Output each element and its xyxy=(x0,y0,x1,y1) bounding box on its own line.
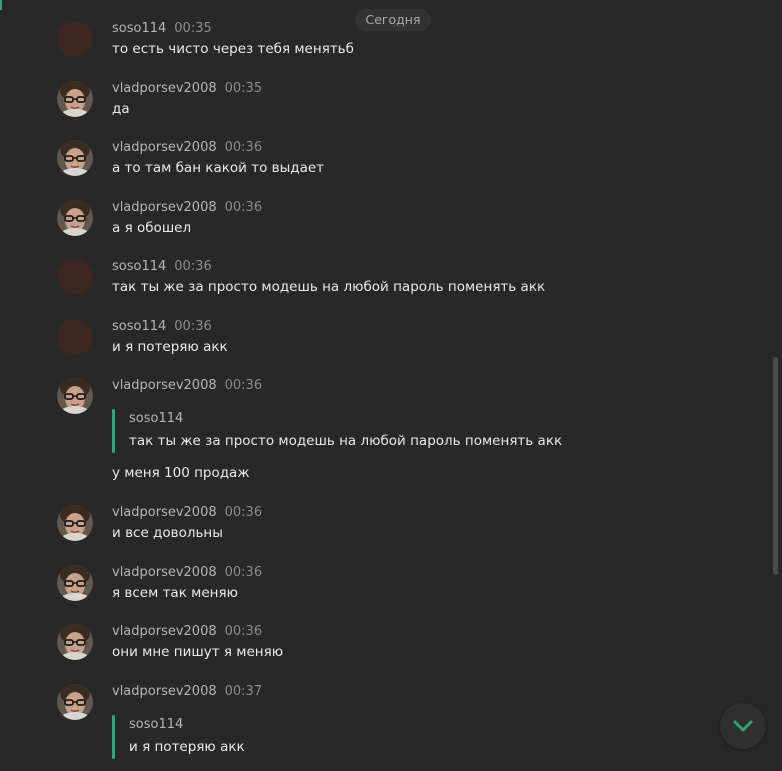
reply-author: soso114 xyxy=(129,717,184,732)
message[interactable]: soso114 00:36 и я потеряю акк xyxy=(0,319,760,359)
message-meta: soso114 00:36 xyxy=(112,259,212,275)
message-time: 00:36 xyxy=(224,624,263,639)
message-time: 00:36 xyxy=(224,565,263,580)
message[interactable]: vladporsev2008 00:36 а я обошел xyxy=(0,200,760,240)
message-time: 00:37 xyxy=(224,684,263,699)
reply-author: soso114 xyxy=(129,411,184,426)
message-time: 00:35 xyxy=(174,21,212,36)
chat-history: Сегодня soso114 00:35 то есть чисто через… xyxy=(0,0,782,771)
message-meta: vladporsev2008 00:36 xyxy=(112,565,262,581)
message-author[interactable]: vladporsev2008 xyxy=(112,565,217,580)
avatar[interactable] xyxy=(57,259,93,295)
message-meta: vladporsev2008 00:37 xyxy=(112,684,262,700)
message-text: а то там бан какой то выдает xyxy=(112,160,325,176)
message-text: у меня 100 продаж xyxy=(112,465,250,481)
scroll-to-bottom-button[interactable] xyxy=(720,703,766,749)
message-author[interactable]: vladporsev2008 xyxy=(112,624,217,639)
message-text: и все довольны xyxy=(112,525,223,541)
message-author[interactable]: soso114 xyxy=(112,21,166,36)
avatar[interactable] xyxy=(57,624,93,660)
message-time: 00:36 xyxy=(224,140,263,155)
reply-text: так ты же за просто модешь на любой паро… xyxy=(129,433,563,449)
message[interactable]: vladporsev2008 00:36 я всем так меняю xyxy=(0,565,760,605)
message-meta: vladporsev2008 00:36 xyxy=(112,200,262,216)
message[interactable]: vladporsev2008 00:36 они мне пишут я меня… xyxy=(0,624,760,664)
avatar[interactable] xyxy=(57,684,93,720)
message-text: они мне пишут я меняю xyxy=(112,644,284,660)
message-meta: vladporsev2008 00:35 xyxy=(112,81,262,97)
message-meta: vladporsev2008 00:36 xyxy=(112,505,262,521)
edge-accent xyxy=(0,0,2,10)
message-text: да xyxy=(112,101,130,117)
avatar[interactable] xyxy=(57,319,93,355)
message[interactable]: soso114 00:36 так ты же за просто модешь … xyxy=(0,259,760,299)
message[interactable]: soso114 00:35 то есть чисто через тебя ме… xyxy=(0,21,760,61)
message-author[interactable]: vladporsev2008 xyxy=(112,505,217,520)
message[interactable]: vladporsev2008 00:36 soso114 так ты же за… xyxy=(0,378,760,482)
message-time: 00:36 xyxy=(224,505,263,520)
message-time: 00:35 xyxy=(224,81,263,96)
message-author[interactable]: vladporsev2008 xyxy=(112,81,217,96)
message-meta: soso114 00:36 xyxy=(112,319,212,335)
reply-quote[interactable]: soso114 так ты же за просто модешь на лю… xyxy=(112,409,632,453)
message-author[interactable]: vladporsev2008 xyxy=(112,378,217,393)
chevron-down-icon xyxy=(733,720,753,732)
message[interactable]: vladporsev2008 00:36 и все довольны xyxy=(0,505,760,545)
message[interactable]: vladporsev2008 00:36 а то там бан какой т… xyxy=(0,140,760,180)
message-meta: soso114 00:35 xyxy=(112,21,212,37)
avatar[interactable] xyxy=(57,200,93,236)
avatar[interactable] xyxy=(57,140,93,176)
message-author[interactable]: vladporsev2008 xyxy=(112,200,217,215)
reply-text: и я потеряю акк xyxy=(129,739,245,755)
message[interactable]: vladporsev2008 00:37 soso114 и я потеряю … xyxy=(0,684,760,764)
reply-bar xyxy=(112,715,115,759)
reply-bar xyxy=(112,409,115,453)
avatar[interactable] xyxy=(57,378,93,414)
message-text: то есть чисто через тебя менятьб xyxy=(112,41,354,57)
message-author[interactable]: soso114 xyxy=(112,259,166,274)
message-text: и я потеряю акк xyxy=(112,339,228,355)
message-meta: vladporsev2008 00:36 xyxy=(112,378,262,394)
message-meta: vladporsev2008 00:36 xyxy=(112,624,262,640)
scrollbar-thumb[interactable] xyxy=(773,357,778,575)
message-text: а я обошел xyxy=(112,220,192,236)
message-text: я всем так меняю xyxy=(112,585,238,601)
message-author[interactable]: vladporsev2008 xyxy=(112,684,217,699)
message-time: 00:36 xyxy=(174,259,212,274)
message[interactable]: vladporsev2008 00:35 да xyxy=(0,81,760,121)
avatar[interactable] xyxy=(57,81,93,117)
message-author[interactable]: soso114 xyxy=(112,319,166,334)
message-author[interactable]: vladporsev2008 xyxy=(112,140,217,155)
message-time: 00:36 xyxy=(224,200,263,215)
reply-quote[interactable]: soso114 и я потеряю акк xyxy=(112,715,632,759)
message-time: 00:36 xyxy=(174,319,212,334)
message-text: так ты же за просто модешь на любой паро… xyxy=(112,279,546,295)
avatar[interactable] xyxy=(57,21,93,57)
avatar[interactable] xyxy=(57,565,93,601)
avatar[interactable] xyxy=(57,505,93,541)
message-time: 00:36 xyxy=(224,378,263,393)
message-meta: vladporsev2008 00:36 xyxy=(112,140,262,156)
